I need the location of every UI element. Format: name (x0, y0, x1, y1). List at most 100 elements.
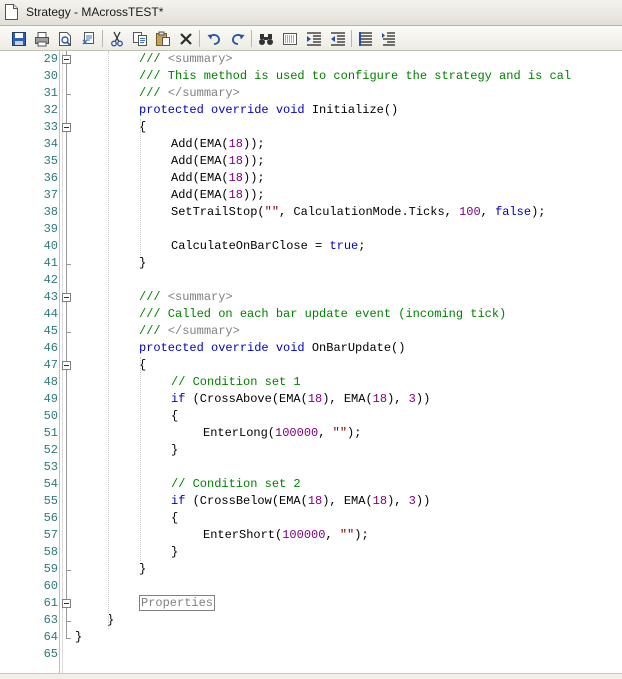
line-number: 64 (43, 630, 58, 644)
paste-button[interactable] (154, 30, 172, 47)
code-text: } (139, 255, 146, 272)
code-line[interactable]: 51 EnterLong(100000, ""); (0, 425, 622, 442)
delete-button[interactable] (177, 30, 195, 47)
line-number: 32 (43, 103, 58, 117)
outdent-icon (331, 31, 345, 46)
print-preview-button[interactable] (56, 30, 74, 47)
code-token: )); (243, 154, 265, 168)
indent-guide (140, 119, 142, 255)
code-line[interactable]: 58} (0, 544, 622, 561)
code-line[interactable]: 39 (0, 221, 622, 238)
code-token: 18 (372, 392, 388, 406)
code-token: /// (139, 52, 168, 66)
fold-toggle[interactable] (62, 55, 71, 64)
collapsed-region-properties[interactable]: Properties (139, 595, 216, 611)
code-line[interactable]: 38 SetTrailStop("", CalculationMode.Ticks… (0, 204, 622, 221)
code-editor[interactable]: 29 /// <summary> 30 /// This method is used… (0, 51, 622, 673)
code-line[interactable]: 36 Add(EMA(18)); (0, 170, 622, 187)
code-line[interactable]: 59} (0, 561, 622, 578)
code-line[interactable]: 63} (0, 612, 622, 629)
code-line[interactable]: 33{ (0, 119, 622, 136)
code-line[interactable]: 65 (0, 646, 622, 663)
code-line[interactable]: 56 { (0, 510, 622, 527)
code-line[interactable]: 46 protected override void OnBarUpdate() (0, 340, 622, 357)
uncomment-button[interactable] (380, 30, 398, 47)
code-line[interactable]: 35 Add(EMA(18)); (0, 153, 622, 170)
code-text: } (171, 442, 178, 459)
print-button[interactable] (33, 30, 51, 47)
code-line[interactable]: 48 // Condition set 1 (0, 374, 622, 391)
fold-toggle[interactable] (62, 361, 71, 370)
line-number: 55 (43, 494, 58, 508)
fold-end (66, 264, 71, 265)
code-line[interactable]: 40 CalculateOnBarClose = true; (0, 238, 622, 255)
fold-end (66, 332, 71, 333)
indent-icon (307, 31, 321, 46)
indent-button[interactable] (305, 30, 323, 47)
copy-button[interactable] (131, 30, 149, 47)
cut-button[interactable] (108, 30, 126, 47)
code-line[interactable]: 45 /// </summary> (0, 323, 622, 340)
code-line[interactable]: 47{ (0, 357, 622, 374)
code-line[interactable]: 29 /// <summary> (0, 51, 622, 68)
code-line[interactable]: 34 Add(EMA(18)); (0, 136, 622, 153)
code-line[interactable]: 44 /// Called on each bar update event (i… (0, 306, 622, 323)
code-token: )); (243, 137, 265, 151)
line-number: 47 (43, 358, 58, 372)
scissors-icon (111, 31, 123, 46)
code-line[interactable]: 60 (0, 578, 622, 595)
code-line[interactable]: 50 { (0, 408, 622, 425)
find-button[interactable] (257, 30, 275, 47)
code-line[interactable]: 41} (0, 255, 622, 272)
code-line[interactable]: 53 (0, 459, 622, 476)
code-token: ); (531, 205, 546, 219)
code-line[interactable]: 43 /// <summary> (0, 289, 622, 306)
save-button[interactable] (10, 30, 28, 47)
code-text: Add(EMA(18)); (171, 153, 265, 170)
code-token: 3 (408, 494, 416, 508)
replace-button[interactable] (281, 30, 299, 47)
code-line[interactable]: 61 Properties (0, 595, 622, 612)
code-line[interactable]: 32 protected override void Initialize() (0, 102, 622, 119)
code-text: Add(EMA(18)); (171, 136, 265, 153)
code-token: ); (354, 528, 369, 542)
fold-toggle[interactable] (62, 599, 71, 608)
redo-button[interactable] (229, 30, 247, 47)
outdent-button[interactable] (329, 30, 347, 47)
code-token: Add(EMA( (171, 137, 229, 151)
code-text: protected override void Initialize() (139, 102, 398, 119)
undo-arrow-icon (207, 33, 220, 45)
line-number: 49 (43, 392, 58, 406)
code-token: Add(EMA( (171, 188, 229, 202)
code-line[interactable]: 52} (0, 442, 622, 459)
compile-button[interactable] (80, 30, 98, 47)
code-token: /// (139, 290, 168, 304)
code-token: (CrossBelow(EMA( (185, 494, 308, 508)
code-token: } (171, 443, 179, 457)
code-line[interactable]: 57 EnterShort(100000, ""); (0, 527, 622, 544)
horizontal-scrollbar[interactable] (0, 673, 622, 679)
code-line[interactable]: 37 Add(EMA(18)); (0, 187, 622, 204)
fold-toggle[interactable] (62, 293, 71, 302)
code-line[interactable]: 42 (0, 272, 622, 289)
code-token: )) (415, 494, 431, 508)
fold-line (66, 64, 67, 94)
code-line[interactable]: 64} (0, 629, 622, 646)
code-text: /// </summary> (139, 85, 240, 102)
code-token: /// Called on each bar update event (inc… (139, 307, 507, 321)
comment-button[interactable] (357, 30, 375, 47)
code-line[interactable]: 31 /// </summary> (0, 85, 622, 102)
code-token: SetTrailStop( (171, 205, 265, 219)
undo-button[interactable] (205, 30, 223, 47)
code-token: protected (139, 103, 204, 117)
fold-toggle[interactable] (62, 123, 71, 132)
fold-end (66, 94, 71, 95)
code-line[interactable]: 30 /// This method is used to configure t… (0, 68, 622, 85)
uncomment-lines-icon (382, 31, 395, 46)
code-token: if (171, 392, 186, 406)
code-line[interactable]: 49 if (CrossAbove(EMA(18), EMA(18), 3)) (0, 391, 622, 408)
code-line[interactable]: 55 if (CrossBelow(EMA(18), EMA(18), 3)) (0, 493, 622, 510)
fold-end (66, 621, 71, 622)
code-line[interactable]: 54 // Condition set 2 (0, 476, 622, 493)
code-text: /// <summary> (139, 289, 233, 306)
